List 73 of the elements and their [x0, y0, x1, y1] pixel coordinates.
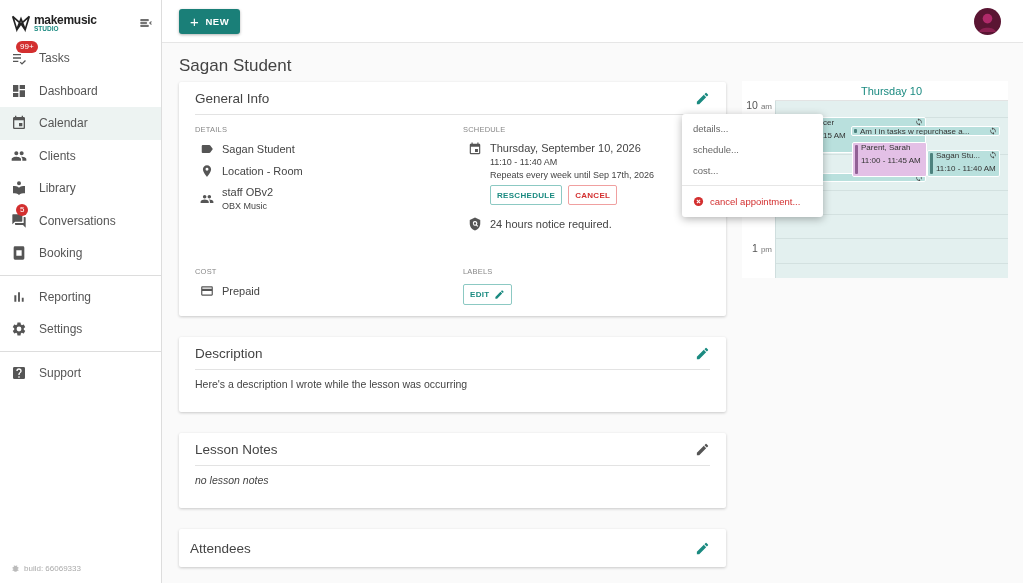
- event-title: Am I in tasks w repurchase a...: [860, 128, 970, 135]
- card-title: Description: [195, 345, 263, 361]
- sidebar-item[interactable]: 5 Conversations: [0, 204, 161, 237]
- card-title: Lesson Notes: [195, 441, 278, 457]
- book-icon: [11, 180, 27, 197]
- staff-organization: OBX Music: [222, 201, 268, 211]
- appointment-time: 11:10 - 11:40 AM: [490, 157, 559, 167]
- event-time: 11:00 - 11:45 AM: [861, 155, 922, 166]
- error-icon: [693, 196, 704, 207]
- chat-icon: [11, 212, 27, 229]
- logo-mark-icon: [11, 13, 31, 33]
- avatar-icon[interactable]: [974, 7, 1001, 35]
- lesson-notes-text: no lesson notes: [195, 474, 270, 486]
- event-time: 15 AM: [823, 130, 846, 141]
- cancel-button[interactable]: CANCEL: [568, 185, 618, 205]
- day-header: Thursday 10: [860, 84, 923, 97]
- event-title: cer: [823, 119, 835, 127]
- location-pin-icon: [200, 164, 214, 178]
- card-title: General Info: [195, 90, 270, 106]
- edit-labels-button[interactable]: EDIT: [463, 284, 513, 305]
- calendar-icon: [11, 115, 27, 132]
- help-icon: [11, 364, 27, 381]
- collapse-menu-icon[interactable]: [139, 16, 153, 30]
- new-button[interactable]: + NEW: [179, 8, 241, 34]
- count-badge: 5: [16, 203, 29, 216]
- menu-item[interactable]: cancel appointment...: [682, 190, 823, 213]
- shield-icon: [468, 217, 482, 231]
- bug-icon: [11, 564, 20, 573]
- edit-icon[interactable]: [695, 441, 710, 457]
- sidebar-item[interactable]: Booking: [0, 237, 161, 270]
- tag-icon: [200, 142, 214, 156]
- sidebar-item[interactable]: Reporting: [0, 280, 161, 313]
- logo-name: makemusic: [34, 13, 97, 26]
- event-title: Sagan Stu...: [936, 152, 982, 160]
- calendar-icon: [468, 142, 482, 156]
- notice-text: 24 hours notice required.: [490, 218, 612, 230]
- count-badge: 99+: [16, 41, 38, 54]
- dashboard-icon: [11, 82, 27, 99]
- location-text: Location - Room: [222, 165, 303, 177]
- calendar-event[interactable]: Am I in tasks w repurchase a...: [851, 126, 1000, 136]
- sidebar-item[interactable]: 99+ Tasks: [0, 42, 161, 75]
- appointment-date: Thursday, September 10, 2026: [490, 142, 642, 154]
- client-name: Sagan Student: [222, 143, 295, 155]
- event-time: 11:10 - 11:40 AM: [936, 163, 996, 174]
- event-title: Parent, Sarah: [861, 144, 911, 152]
- sidebar-item[interactable]: Support: [0, 356, 161, 389]
- calendar-event[interactable]: Parent, Sarah 11:00 - 11:45 AM: [852, 142, 927, 177]
- edit-icon[interactable]: [695, 345, 710, 361]
- booking-icon: [11, 245, 27, 262]
- description-text: Here's a description I wrote while the lesson was occurring: [195, 378, 469, 390]
- calendar-event[interactable]: Sagan Stu... 11:10 - 11:40 AM: [927, 150, 1000, 177]
- sidebar-item[interactable]: Library: [0, 172, 161, 205]
- hour-label: 1 pm: [752, 242, 772, 254]
- cost-text: Prepaid: [222, 285, 260, 297]
- sidebar-item[interactable]: Calendar: [0, 107, 161, 140]
- credit-card-icon: [200, 284, 214, 298]
- settings-icon: [11, 321, 27, 338]
- hour-label: 10 am: [746, 99, 772, 111]
- menu-item[interactable]: schedule...: [682, 139, 823, 160]
- build-number: build: 66069333: [24, 564, 81, 573]
- repeat-text: Repeats every week until Sep 17th, 2026: [490, 170, 655, 180]
- edit-icon[interactable]: [695, 90, 710, 106]
- card-title: Attendees: [190, 540, 251, 556]
- sidebar-item[interactable]: Clients: [0, 139, 161, 172]
- sidebar-item[interactable]: Settings: [0, 313, 161, 346]
- sidebar-item[interactable]: Dashboard: [0, 74, 161, 107]
- staff-name: staff OBv2: [222, 186, 274, 198]
- edit-icon: [494, 289, 506, 300]
- page-title: Sagan Student: [179, 56, 293, 76]
- menu-item[interactable]: details...: [682, 118, 823, 139]
- edit-icon[interactable]: [695, 540, 710, 556]
- reschedule-button[interactable]: RESCHEDULE: [490, 185, 563, 205]
- menu-item[interactable]: cost...: [682, 160, 823, 181]
